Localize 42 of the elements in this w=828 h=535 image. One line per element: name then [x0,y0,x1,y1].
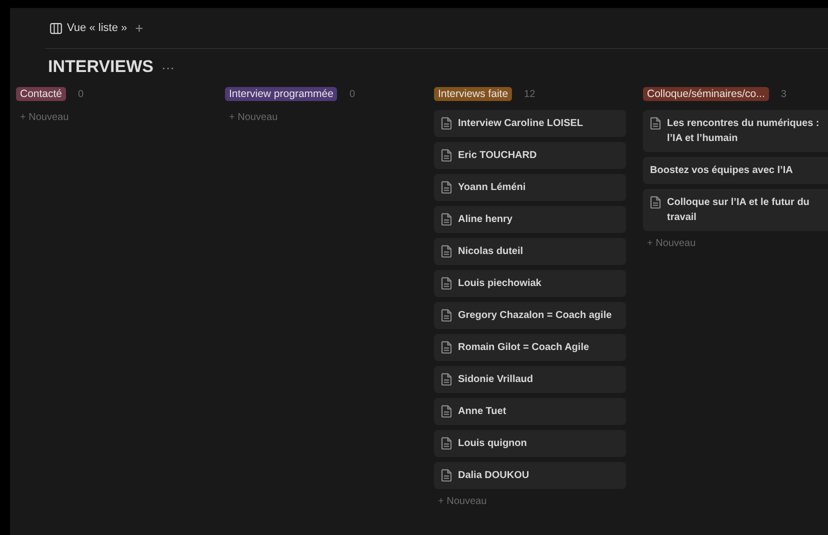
page-icon [441,405,452,418]
page-card[interactable]: Aline henry [434,206,626,233]
page-icon [441,277,452,290]
page-icon [441,341,452,354]
page-card[interactable]: Les rencontres du numériques : l’IA et l’humain [643,110,828,152]
add-view-button[interactable]: + [135,20,144,36]
page-icon [441,181,452,194]
group-tag[interactable]: Interview programmée [225,87,338,101]
group-tag[interactable]: Contacté [16,87,66,101]
page-icon [441,469,452,482]
card-count: 0 [78,88,84,100]
page-card[interactable]: Anne Tuet [434,398,626,425]
page-card[interactable]: Interview Caroline LOISEL [434,110,626,137]
page-icon [650,196,661,209]
board-icon [50,22,62,34]
page-icon [441,437,452,450]
view-tab[interactable]: Vue « liste » [50,22,128,34]
page-card[interactable]: Louis quignon [434,430,626,457]
page-icon [650,117,661,130]
page-card[interactable]: Nicolas duteil [434,238,626,265]
page-card[interactable]: Yoann Léméni [434,174,626,201]
page-card[interactable]: Dalia DOUKOU [434,462,626,489]
page-icon [441,245,452,258]
page-card[interactable]: Sidonie Vrillaud [434,366,626,393]
page-icon [441,117,452,130]
group-tag[interactable]: Colloque/séminaires/co... [643,87,769,101]
page-card[interactable]: Gregory Chazalon = Coach agile [434,302,626,329]
card-count: 3 [780,88,786,100]
card-count: 12 [524,88,536,100]
page-icon [441,373,452,386]
page-icon [441,309,452,322]
more-menu-button[interactable]: ··· [161,60,174,74]
card-count: 0 [349,88,356,100]
page-card[interactable]: Colloque sur l’IA et le futur du travail [643,189,828,231]
page-icon [441,213,452,226]
page-card[interactable]: Romain Gilot = Coach Agile [434,334,626,361]
database-title: INTERVIEWS [48,57,154,77]
page-card[interactable]: Louis piechowiak [434,270,626,297]
page-icon [441,149,452,162]
page-card[interactable]: Boostez vos équipes avec l’IA [643,157,828,184]
page-card[interactable]: Eric TOUCHARD [434,142,626,169]
group-tag[interactable]: Interviews faite [434,87,512,101]
